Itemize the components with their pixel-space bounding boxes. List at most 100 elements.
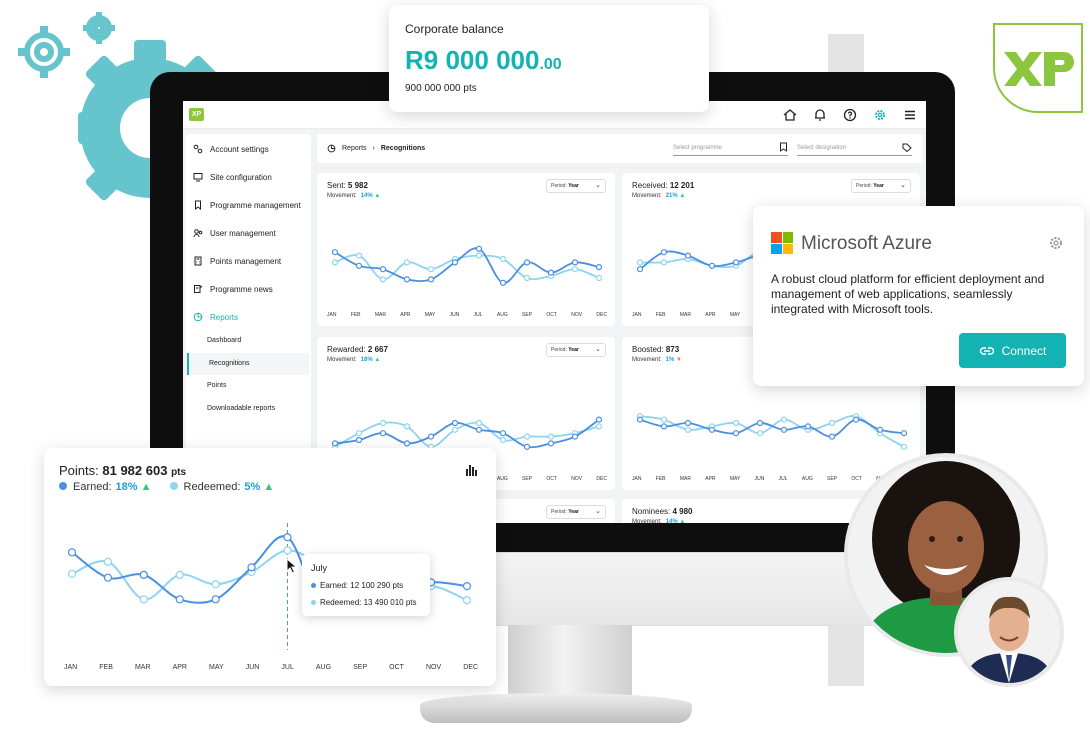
data-point[interactable] xyxy=(900,443,908,450)
data-point[interactable] xyxy=(355,252,363,259)
home-icon[interactable] xyxy=(782,107,798,123)
period-select[interactable]: Period: Year ⌄ xyxy=(851,179,911,193)
gear-icon[interactable] xyxy=(1048,235,1064,251)
period-select[interactable]: Period: Year ⌄ xyxy=(546,343,606,357)
data-point[interactable] xyxy=(828,433,836,440)
data-point[interactable] xyxy=(595,416,603,423)
legend-item-redeemed[interactable]: Redeemed: 5% ▲ xyxy=(169,481,274,493)
sidebar-subitem-points[interactable]: Points xyxy=(207,382,226,389)
data-point[interactable] xyxy=(475,426,483,433)
data-point[interactable] xyxy=(523,259,531,266)
legend-item-earned[interactable]: Earned: 18% ▲ xyxy=(59,481,152,493)
bar-chart-icon[interactable] xyxy=(465,463,479,477)
sidebar-item-user-management[interactable]: User management xyxy=(193,228,276,238)
data-point[interactable] xyxy=(852,416,860,423)
connect-button[interactable]: Connect xyxy=(959,333,1066,368)
data-point[interactable] xyxy=(780,426,788,433)
period-select[interactable]: Period: Year ⌄ xyxy=(546,505,606,519)
data-point[interactable] xyxy=(732,259,740,266)
data-point[interactable] xyxy=(211,580,220,589)
sidebar-item-programme-management[interactable]: Programme management xyxy=(193,200,301,210)
data-point[interactable] xyxy=(175,595,184,604)
data-point[interactable] xyxy=(571,259,579,266)
data-point[interactable] xyxy=(451,419,459,427)
data-point[interactable] xyxy=(684,419,692,427)
data-point[interactable] xyxy=(451,426,459,433)
menu-icon[interactable] xyxy=(902,107,918,123)
data-point[interactable] xyxy=(403,423,411,430)
data-point[interactable] xyxy=(756,419,764,427)
data-point[interactable] xyxy=(403,259,411,266)
data-point[interactable] xyxy=(462,596,472,605)
data-point[interactable] xyxy=(708,262,716,269)
data-point[interactable] xyxy=(595,423,603,430)
sidebar-subitem-recognitions[interactable]: Recognitions xyxy=(187,353,309,375)
data-point[interactable] xyxy=(379,419,387,427)
sidebar-item-account-settings[interactable]: Account settings xyxy=(193,144,269,154)
data-point[interactable] xyxy=(547,440,555,447)
data-point[interactable] xyxy=(595,274,603,282)
data-point[interactable] xyxy=(355,262,363,269)
data-point[interactable] xyxy=(547,433,555,440)
data-point[interactable] xyxy=(427,276,435,283)
data-point[interactable] xyxy=(427,433,435,440)
sidebar-item-site-configuration[interactable]: Site configuration xyxy=(193,172,272,182)
data-point[interactable] xyxy=(804,423,812,430)
data-point[interactable] xyxy=(427,266,435,273)
data-point[interactable] xyxy=(379,276,387,283)
data-point[interactable] xyxy=(499,279,507,286)
breadcrumb-parent[interactable]: Reports xyxy=(342,145,367,152)
data-point[interactable] xyxy=(283,546,292,555)
data-point[interactable] xyxy=(475,419,483,427)
data-point[interactable] xyxy=(595,264,603,271)
sidebar-item-reports[interactable]: Reports xyxy=(193,312,238,322)
help-icon[interactable] xyxy=(842,107,858,123)
data-point[interactable] xyxy=(571,433,579,440)
data-point[interactable] xyxy=(283,533,292,542)
data-point[interactable] xyxy=(660,249,668,256)
data-point[interactable] xyxy=(379,430,387,437)
sidebar-subitem-dashboard[interactable]: Dashboard xyxy=(207,337,241,344)
sidebar-subitem-downloadable-reports[interactable]: Downloadable reports xyxy=(207,405,275,412)
data-point[interactable] xyxy=(475,252,483,259)
data-point[interactable] xyxy=(139,570,148,579)
data-point[interactable] xyxy=(355,436,363,444)
data-point[interactable] xyxy=(247,563,256,572)
data-point[interactable] xyxy=(499,436,507,444)
data-point[interactable] xyxy=(660,423,668,430)
data-point[interactable] xyxy=(828,419,836,427)
data-point[interactable] xyxy=(67,569,77,579)
brand-logo[interactable]: XP xyxy=(189,108,204,121)
data-point[interactable] xyxy=(732,419,740,427)
data-point[interactable] xyxy=(67,548,77,557)
data-point[interactable] xyxy=(499,430,507,437)
designation-select[interactable]: Select designation xyxy=(797,142,912,156)
sidebar-item-programme-news[interactable]: Programme news xyxy=(193,284,273,294)
data-point[interactable] xyxy=(636,416,644,423)
data-point[interactable] xyxy=(462,582,472,591)
sidebar-item-points-management[interactable]: Points management xyxy=(193,256,281,266)
data-point[interactable] xyxy=(403,440,411,447)
card-line-chart[interactable] xyxy=(622,377,920,465)
data-point[interactable] xyxy=(636,266,644,273)
data-point[interactable] xyxy=(175,570,184,579)
data-point[interactable] xyxy=(523,433,531,440)
data-point[interactable] xyxy=(475,245,483,252)
data-point[interactable] xyxy=(660,416,668,423)
data-point[interactable] xyxy=(211,595,220,604)
data-point[interactable] xyxy=(331,249,339,256)
programme-select[interactable]: Select programme xyxy=(673,142,788,156)
data-point[interactable] xyxy=(379,266,387,273)
data-point[interactable] xyxy=(499,255,507,263)
data-point[interactable] xyxy=(403,276,411,283)
data-point[interactable] xyxy=(571,266,579,273)
data-point[interactable] xyxy=(331,440,339,447)
data-point[interactable] xyxy=(732,430,740,437)
settings-icon[interactable] xyxy=(872,107,888,123)
data-point[interactable] xyxy=(660,259,668,266)
card-line-chart[interactable] xyxy=(317,213,615,301)
data-point[interactable] xyxy=(780,416,788,423)
data-point[interactable] xyxy=(523,443,531,450)
bell-icon[interactable] xyxy=(812,107,828,123)
data-point[interactable] xyxy=(708,426,716,433)
